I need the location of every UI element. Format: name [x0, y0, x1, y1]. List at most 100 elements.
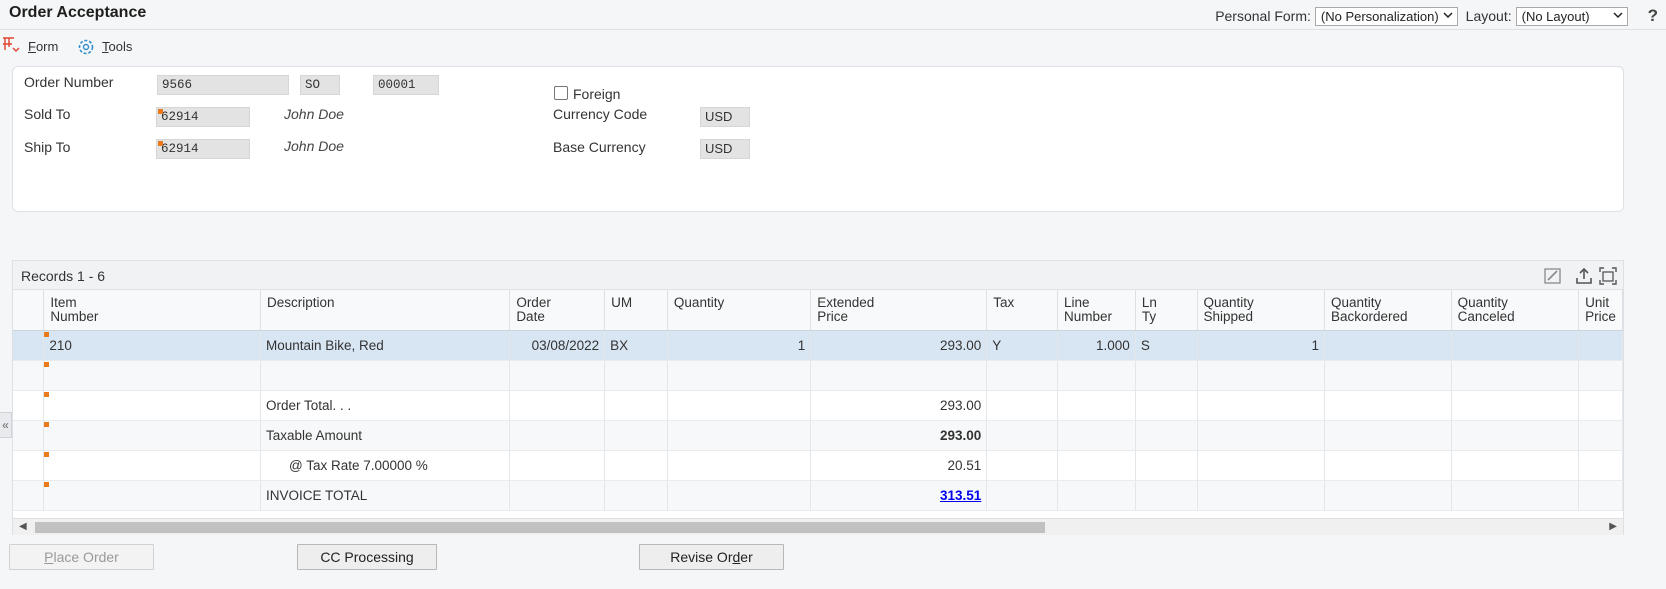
personalization-bar: Personal Form: (No Personalization) Layo…	[1215, 6, 1666, 26]
grid-table: Item Number Description Order Date UM Qu…	[13, 290, 1623, 511]
order-detail-grid: Records 1 - 6 Item Number Description Or…	[12, 260, 1624, 535]
maximize-grid-icon[interactable]	[1598, 266, 1618, 286]
edit-grid-icon[interactable]	[1543, 266, 1563, 286]
chevron-down-icon	[1443, 11, 1453, 18]
order-total-label: Order Total. . .	[260, 390, 511, 421]
sold-to-field[interactable]: 62914	[156, 107, 250, 127]
quantity-canceled-cell[interactable]	[1451, 330, 1580, 361]
column-header-quantity-shipped[interactable]: Quantity Shipped	[1197, 290, 1325, 331]
tax-rate-label: @ Tax Rate 7.00000 %	[260, 450, 511, 481]
table-row[interactable]	[13, 360, 1623, 391]
personal-form-value: (No Personalization)	[1320, 8, 1439, 24]
tax-amount-value: 20.51	[810, 450, 988, 481]
help-icon[interactable]: ?	[1648, 6, 1658, 26]
order-company-field[interactable]: 00001	[373, 75, 439, 95]
currency-code-field[interactable]: USD	[700, 107, 750, 127]
quantity-shipped-cell[interactable]: 1	[1197, 330, 1325, 361]
item-number-cell[interactable]: 210	[43, 330, 261, 361]
row-select-cell[interactable]	[13, 360, 45, 391]
column-header-select[interactable]	[13, 290, 45, 331]
ship-to-name: John Doe	[284, 138, 344, 154]
invoice-total-link[interactable]: 313.51	[940, 488, 981, 503]
base-currency-field[interactable]: USD	[700, 139, 750, 159]
collapse-sidebar-tab[interactable]: «	[0, 412, 12, 438]
row-select-cell[interactable]	[13, 450, 45, 481]
scroll-left-icon[interactable]: ◀	[19, 521, 27, 532]
layout-value: (No Layout)	[1521, 8, 1590, 24]
quantity-cell[interactable]: 1	[667, 330, 812, 361]
ship-to-field[interactable]: 62914	[156, 139, 250, 159]
place-order-button[interactable]: Place Order	[9, 544, 154, 570]
table-row[interactable]: 210 Mountain Bike, Red 03/08/2022 BX 1 2…	[13, 330, 1623, 361]
form-icon	[3, 37, 20, 52]
um-cell[interactable]: BX	[604, 330, 668, 361]
description-cell[interactable]: Mountain Bike, Red	[260, 330, 511, 361]
column-header-line-number[interactable]: Line Number	[1057, 290, 1136, 331]
page-title: Order Acceptance	[9, 4, 147, 21]
extended-price-cell[interactable]: 293.00	[810, 330, 988, 361]
invoice-total-label: INVOICE TOTAL	[260, 480, 511, 511]
taxable-amount-value: 293.00	[810, 420, 988, 451]
unit-price-cell[interactable]	[1578, 330, 1623, 361]
table-row[interactable]: Order Total. . . 293.00	[13, 390, 1623, 421]
column-header-quantity[interactable]: Quantity	[667, 290, 812, 331]
tools-menu-label: ools	[108, 38, 133, 54]
line-number-cell[interactable]: 1.000	[1057, 330, 1136, 361]
order-total-value: 293.00	[810, 390, 988, 421]
gear-icon	[78, 39, 94, 55]
ship-to-label: Ship To	[24, 139, 71, 155]
order-number-label: Order Number	[24, 74, 114, 90]
menu-bar: Form Tools	[0, 32, 1666, 58]
row-select-cell[interactable]	[13, 330, 45, 361]
column-header-order-date[interactable]: Order Date	[509, 290, 606, 331]
scroll-right-icon[interactable]: ▶	[1609, 521, 1617, 532]
row-select-cell[interactable]	[13, 420, 45, 451]
title-bar: Order Acceptance Personal Form: (No Pers…	[0, 0, 1666, 30]
quantity-backordered-cell[interactable]	[1324, 330, 1452, 361]
row-select-cell[interactable]	[13, 480, 45, 511]
foreign-checkbox[interactable]	[554, 86, 568, 100]
layout-label: Layout:	[1465, 8, 1512, 24]
taxable-amount-label: Taxable Amount	[260, 420, 511, 451]
column-header-unit-price[interactable]: Unit Price	[1578, 290, 1623, 331]
column-header-um[interactable]: UM	[604, 290, 668, 331]
cc-processing-button[interactable]: CC Processing	[297, 544, 437, 570]
sold-to-name: John Doe	[284, 106, 344, 122]
order-type-field[interactable]: SO	[300, 75, 340, 95]
tools-menu[interactable]: Tools	[76, 36, 132, 56]
grid-toolbar: Records 1 - 6	[13, 261, 1623, 290]
table-row[interactable]: @ Tax Rate 7.00000 % 20.51	[13, 450, 1623, 481]
column-header-line-type[interactable]: Ln Ty	[1135, 290, 1198, 331]
column-header-tax[interactable]: Tax	[986, 290, 1058, 331]
records-count: Records 1 - 6	[21, 268, 106, 284]
row-select-cell[interactable]	[13, 390, 45, 421]
order-number-field[interactable]: 9566	[157, 75, 289, 95]
table-row[interactable]: Taxable Amount 293.00	[13, 420, 1623, 451]
layout-select[interactable]: (No Layout)	[1515, 6, 1628, 26]
item-number-cell[interactable]	[43, 360, 261, 391]
column-header-item-number[interactable]: Item Number	[43, 290, 261, 331]
export-icon[interactable]	[1574, 266, 1594, 286]
personal-form-label: Personal Form:	[1215, 8, 1311, 24]
tax-cell[interactable]: Y	[986, 330, 1058, 361]
column-header-extended-price[interactable]: Extended Price	[810, 290, 988, 331]
scrollbar-thumb[interactable]	[35, 522, 1045, 533]
personal-form-select[interactable]: (No Personalization)	[1314, 6, 1458, 26]
foreign-label: Foreign	[573, 86, 621, 102]
table-row[interactable]: INVOICE TOTAL 313.51	[13, 480, 1623, 511]
base-currency-label: Base Currency	[553, 139, 646, 155]
horizontal-scrollbar[interactable]: ◀ ▶	[13, 518, 1623, 535]
column-header-quantity-backordered[interactable]: Quantity Backordered	[1324, 290, 1452, 331]
column-header-quantity-canceled[interactable]: Quantity Canceled	[1451, 290, 1580, 331]
revise-order-rest: er	[740, 549, 753, 565]
form-menu-label: orm	[35, 38, 59, 54]
order-date-cell[interactable]: 03/08/2022	[509, 330, 606, 361]
line-type-cell[interactable]: S	[1135, 330, 1198, 361]
revise-order-button[interactable]: Revise Order	[639, 544, 784, 570]
form-menu[interactable]: Form	[2, 36, 58, 56]
column-header-description[interactable]: Description	[260, 290, 511, 331]
form-menu-prefix: F	[28, 38, 36, 54]
currency-code-label: Currency Code	[553, 106, 648, 122]
order-header-panel: Order Number 9566 SO 00001 Sold To 62914…	[12, 66, 1624, 212]
revise-order-prefix: Revise Or	[670, 549, 733, 565]
